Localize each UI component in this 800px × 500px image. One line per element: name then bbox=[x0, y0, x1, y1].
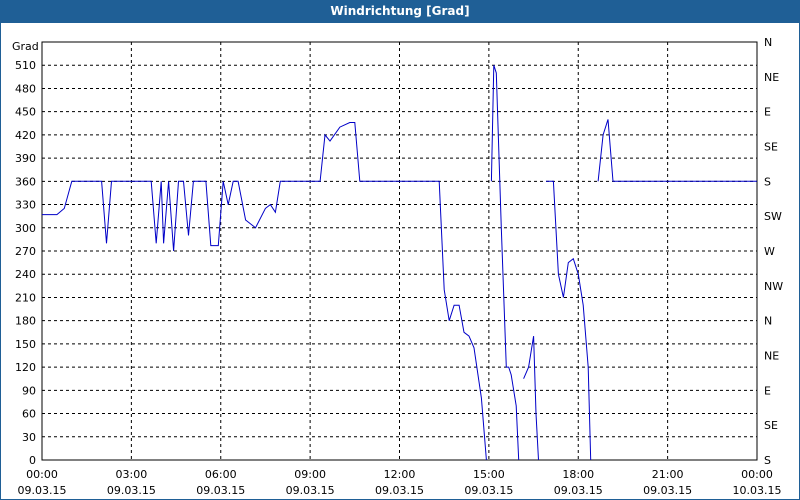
x-tick-time: 00:00 bbox=[26, 468, 58, 481]
x-tick-date: 09.03.15 bbox=[107, 484, 156, 497]
x-tick-time: 00:00 bbox=[741, 468, 773, 481]
y-tick-label: 360 bbox=[15, 175, 36, 188]
y-tick-label: 390 bbox=[15, 152, 36, 165]
y2-tick-label: NW bbox=[764, 280, 783, 293]
y-tick-label: 510 bbox=[15, 59, 36, 72]
y-tick-labels: 0 30 60 90 120 150 180 210 240 270 300 330 360 390 420… bbox=[15, 59, 36, 467]
y2-tick-labels: S SE E NE N NW W SW S SE E NE N bbox=[764, 36, 783, 467]
x-tick-date: 09.03.15 bbox=[643, 484, 692, 497]
y-tick-label: 150 bbox=[15, 338, 36, 351]
y-tick-label: 0 bbox=[29, 454, 36, 467]
x-tick-labels: 00:0009.03.1503:0009.03.1506:0009.03.150… bbox=[18, 468, 782, 497]
x-tick-time: 12:00 bbox=[384, 468, 416, 481]
y-tick-label: 420 bbox=[15, 129, 36, 142]
y-tick-label: 180 bbox=[15, 315, 36, 328]
x-tick-time: 09:00 bbox=[294, 468, 326, 481]
y-tick-label: 90 bbox=[22, 384, 36, 397]
series-line bbox=[42, 122, 487, 461]
x-tick: 00:00 10.03.15 bbox=[733, 468, 782, 497]
series-line bbox=[490, 65, 520, 461]
y-tick-label: 210 bbox=[15, 291, 36, 304]
y2-tick-label: E bbox=[764, 384, 771, 397]
x-tick-date: 09.03.15 bbox=[554, 484, 603, 497]
x-tick: 18:00 09.03.15 bbox=[554, 468, 603, 497]
y2-tick-label: E bbox=[764, 106, 771, 119]
x-tick: 09:00 09.03.15 bbox=[286, 468, 335, 497]
y-tick-label: 240 bbox=[15, 268, 36, 281]
y2-tick-label: S bbox=[764, 175, 771, 188]
y2-tick-label: NE bbox=[764, 71, 779, 84]
y-tick-label: 330 bbox=[15, 199, 36, 212]
x-tick-time: 15:00 bbox=[473, 468, 505, 481]
x-tick-date: 09.03.15 bbox=[196, 484, 245, 497]
x-tick-date: 09.03.15 bbox=[286, 484, 335, 497]
y2-tick-label: W bbox=[764, 245, 775, 258]
y-axis-label: Grad bbox=[12, 40, 39, 53]
y-tick-label: 270 bbox=[15, 245, 36, 258]
y2-tick-label: S bbox=[764, 454, 771, 467]
y2-tick-label: SE bbox=[764, 141, 778, 154]
wind-direction-chart: Grad 0 30 60 90 120 150 180 210 240 270 300 330 360 3… bbox=[12, 36, 783, 497]
y-tick-label: 60 bbox=[22, 408, 36, 421]
y2-tick-label: N bbox=[764, 36, 772, 49]
x-tick: 12:00 09.03.15 bbox=[375, 468, 424, 497]
y-tick-label: 480 bbox=[15, 82, 36, 95]
x-tick-date: 09.03.15 bbox=[375, 484, 424, 497]
x-tick-time: 18:00 bbox=[562, 468, 594, 481]
y2-tick-label: SE bbox=[764, 419, 778, 432]
x-tick-time: 03:00 bbox=[116, 468, 148, 481]
x-tick: 06:00 09.03.15 bbox=[196, 468, 245, 497]
series-line bbox=[523, 336, 539, 461]
y-tick-label: 120 bbox=[15, 361, 36, 374]
y2-tick-label: SW bbox=[764, 210, 782, 223]
y-tick-label: 30 bbox=[22, 431, 36, 444]
x-tick: 03:00 09.03.15 bbox=[107, 468, 156, 497]
x-tick-time: 21:00 bbox=[652, 468, 684, 481]
x-tick: 15:00 09.03.15 bbox=[464, 468, 513, 497]
series-wind-direction bbox=[42, 65, 757, 461]
series-line bbox=[597, 119, 757, 182]
y-tick-label: 450 bbox=[15, 106, 36, 119]
y2-tick-label: N bbox=[764, 315, 772, 328]
y2-tick-label: NE bbox=[764, 350, 779, 363]
x-tick: 21:00 09.03.15 bbox=[643, 468, 692, 497]
grid bbox=[42, 42, 757, 460]
x-tick-time: 06:00 bbox=[205, 468, 237, 481]
x-tick-date: 09.03.15 bbox=[464, 484, 513, 497]
x-tick: 00:00 09.03.15 bbox=[18, 468, 67, 497]
x-tick-date: 10.03.15 bbox=[733, 484, 782, 497]
x-tick-date: 09.03.15 bbox=[18, 484, 67, 497]
y-tick-label: 300 bbox=[15, 222, 36, 235]
